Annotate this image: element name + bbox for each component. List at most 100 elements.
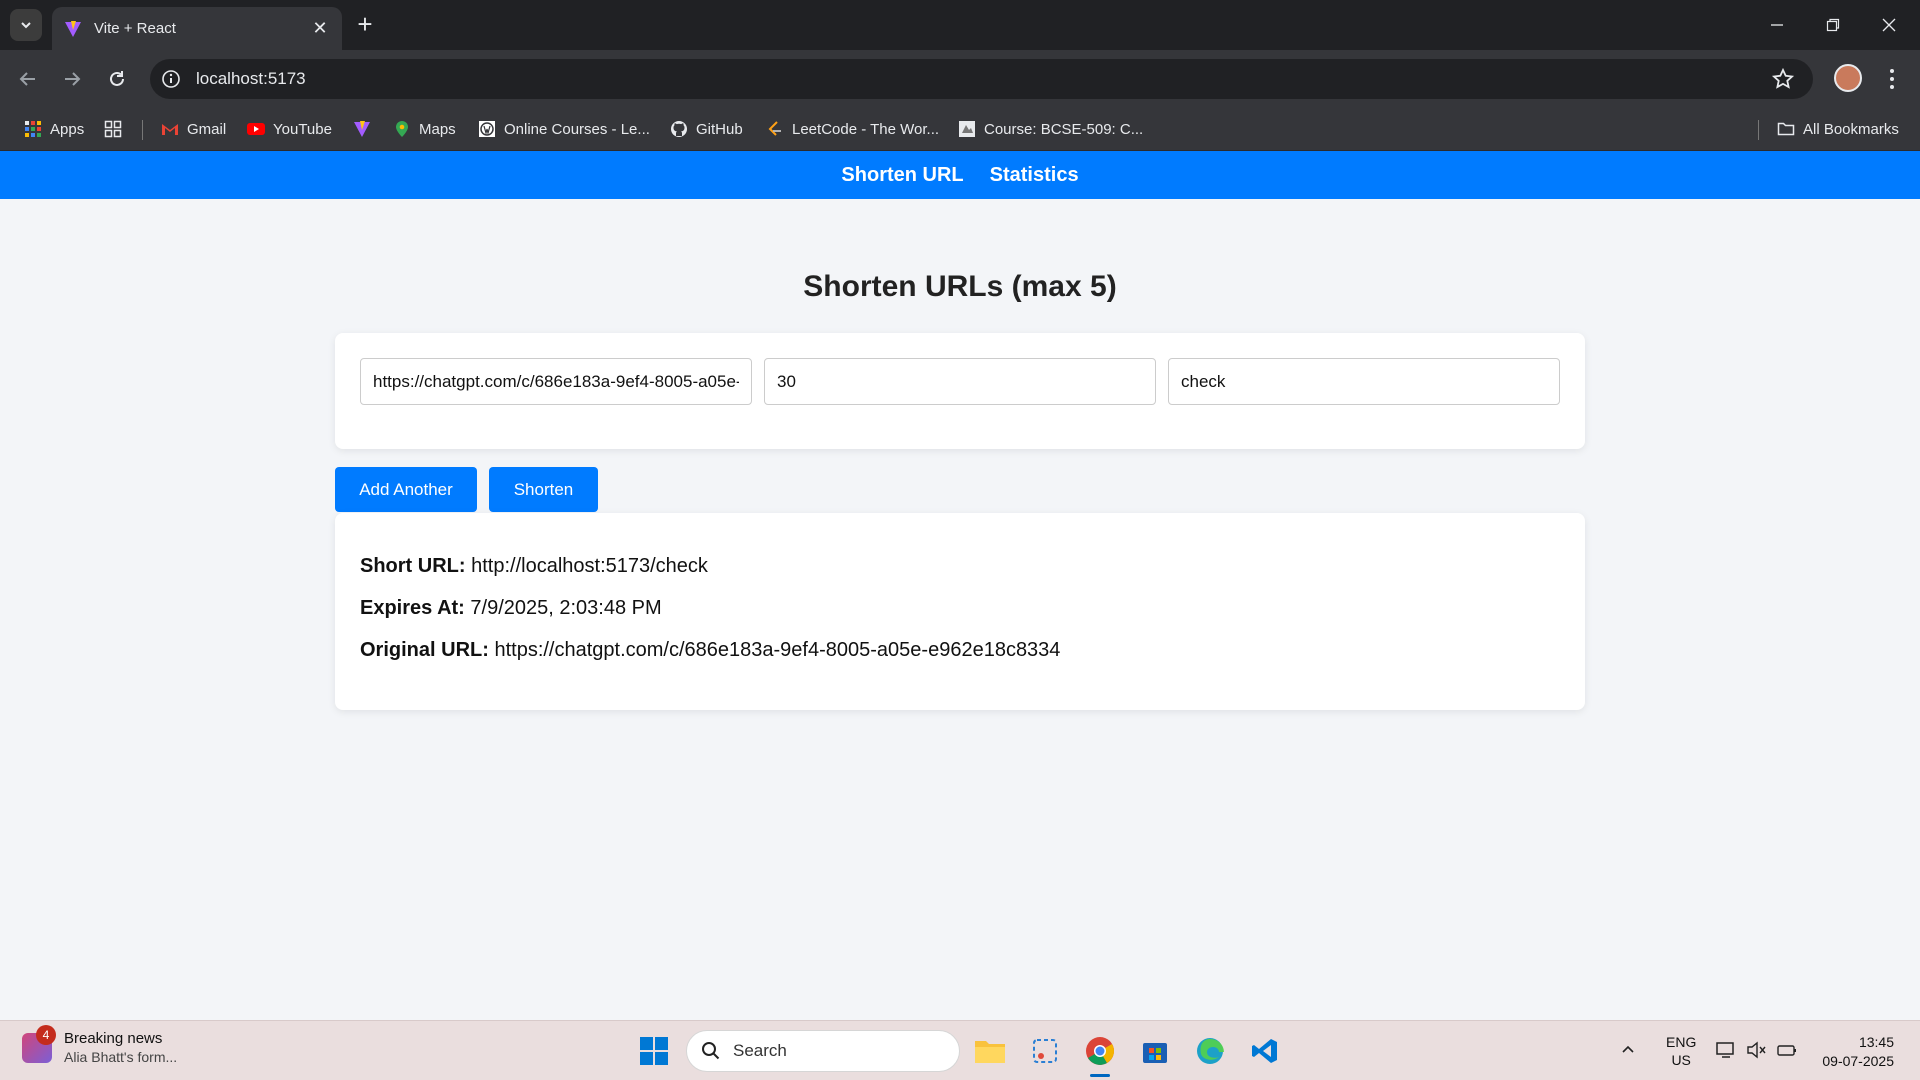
- language-indicator[interactable]: ENG US: [1666, 1033, 1696, 1069]
- shorten-button[interactable]: Shorten: [489, 467, 598, 512]
- bookmark-label: Gmail: [187, 120, 227, 138]
- folder-icon: [1777, 122, 1795, 136]
- validity-input[interactable]: [764, 358, 1156, 405]
- close-window-button[interactable]: [1862, 0, 1916, 50]
- tab-groups-icon: [104, 120, 122, 138]
- vscode-taskbar-button[interactable]: [1245, 1031, 1285, 1071]
- chevron-up-icon: [1622, 1045, 1634, 1053]
- wordpress-icon: [479, 121, 495, 137]
- taskbar-search-label: Search: [733, 1041, 787, 1060]
- vscode-icon: [1252, 1039, 1277, 1063]
- leetcode-icon: [768, 121, 781, 136]
- restore-button[interactable]: [1806, 0, 1860, 50]
- original-url-value: https://chatgpt.com/c/686e183a-9ef4-8005…: [494, 639, 1061, 661]
- news-subtitle: Alia Bhatt's form...: [64, 1049, 178, 1065]
- apps-grid-icon: [25, 121, 41, 137]
- tab-close-icon[interactable]: ✕: [310, 18, 330, 39]
- scissors-icon: [1033, 1039, 1057, 1063]
- news-icon: 4: [22, 1025, 56, 1063]
- bookmark-online-courses[interactable]: Online Courses - Le...: [478, 117, 650, 141]
- store-taskbar-button[interactable]: [1135, 1031, 1175, 1071]
- short-url-row: Short URL: http://localhost:5173/check: [360, 555, 1560, 578]
- url-form-card: [335, 333, 1585, 449]
- add-another-button[interactable]: Add Another: [335, 467, 477, 512]
- active-app-indicator: [1090, 1074, 1110, 1077]
- bookmark-star-icon[interactable]: [1771, 67, 1795, 91]
- bookmarks-separator: [142, 120, 143, 140]
- all-bookmarks-label: All Bookmarks: [1803, 120, 1899, 138]
- nav-statistics[interactable]: Statistics: [990, 164, 1079, 187]
- gmail-icon: [162, 124, 178, 135]
- all-bookmarks-button[interactable]: All Bookmarks: [1777, 117, 1899, 141]
- bookmark-github[interactable]: GitHub: [670, 117, 743, 141]
- bookmark-gmail[interactable]: Gmail: [161, 117, 226, 141]
- snipping-tool-taskbar-button[interactable]: [1025, 1031, 1065, 1071]
- expires-value: 7/9/2025, 2:03:48 PM: [470, 597, 662, 619]
- edge-taskbar-button[interactable]: [1190, 1031, 1230, 1071]
- folder-icon: [975, 1041, 1005, 1063]
- network-icon[interactable]: [1716, 1041, 1736, 1063]
- bookmarks-separator: [1758, 120, 1759, 140]
- page-title: Shorten URLs (max 5): [803, 270, 1117, 303]
- file-explorer-taskbar-button[interactable]: [970, 1031, 1010, 1071]
- close-icon: [1882, 18, 1896, 32]
- bookmark-apps[interactable]: Apps: [24, 117, 84, 141]
- nav-shorten-url[interactable]: Shorten URL: [841, 164, 963, 187]
- search-icon: [702, 1042, 720, 1060]
- original-url-label: Original URL:: [360, 639, 489, 661]
- battery-charging-icon: [1777, 1045, 1796, 1056]
- long-url-input[interactable]: [360, 358, 752, 405]
- clock-time: 13:45: [1858, 1034, 1894, 1050]
- tab-search-button[interactable]: [10, 9, 42, 41]
- bookmark-vite[interactable]: [353, 117, 379, 141]
- bookmark-label: GitHub: [696, 120, 743, 138]
- windows-taskbar: 4 Breaking news Alia Bhatt's form... Sea…: [0, 1020, 1920, 1080]
- minimize-icon: [1771, 24, 1783, 26]
- result-card: Short URL: http://localhost:5173/check E…: [335, 513, 1585, 710]
- address-bar[interactable]: localhost:5173: [150, 59, 1813, 99]
- battery-icon[interactable]: [1776, 1041, 1798, 1063]
- shortcode-input[interactable]: [1168, 358, 1560, 405]
- forward-button[interactable]: [57, 64, 87, 94]
- short-url-value: http://localhost:5173/check: [471, 555, 708, 577]
- profile-avatar[interactable]: [1834, 64, 1862, 92]
- start-button[interactable]: [634, 1031, 674, 1071]
- original-url-row: Original URL: https://chatgpt.com/c/686e…: [360, 639, 1560, 662]
- back-button[interactable]: [13, 64, 43, 94]
- site-info-icon[interactable]: [160, 68, 182, 90]
- vite-favicon-icon: [65, 20, 81, 37]
- course-icon: [959, 121, 975, 137]
- store-icon: [1143, 1043, 1167, 1063]
- maps-icon: [396, 121, 408, 137]
- chrome-icon: [1086, 1037, 1114, 1065]
- tab-title: Vite + React: [94, 20, 176, 37]
- bookmarks-bar: Apps Gmail YouTube Maps Online Courses -…: [0, 107, 1920, 151]
- new-tab-button[interactable]: +: [350, 10, 380, 40]
- bookmark-label: LeetCode - The Wor...: [792, 120, 940, 138]
- reload-button[interactable]: [102, 64, 132, 94]
- browser-toolbar: localhost:5173: [0, 50, 1920, 107]
- arrow-right-icon: [65, 72, 81, 86]
- browser-tab[interactable]: Vite + React ✕: [52, 7, 342, 50]
- language-code: ENG: [1666, 1034, 1697, 1050]
- chrome-taskbar-button[interactable]: [1080, 1031, 1120, 1071]
- news-widget[interactable]: 4 Breaking news Alia Bhatt's form...: [22, 1025, 178, 1067]
- language-region: US: [1671, 1052, 1691, 1068]
- expires-label: Expires At:: [360, 597, 465, 619]
- bookmark-course[interactable]: Course: BCSE-509: C...: [958, 117, 1143, 141]
- system-clock[interactable]: 13:45 09-07-2025: [1808, 1033, 1894, 1071]
- bookmark-leetcode[interactable]: LeetCode - The Wor...: [766, 117, 939, 141]
- bookmark-youtube[interactable]: YouTube: [247, 117, 332, 141]
- chrome-menu-icon[interactable]: [1882, 64, 1902, 94]
- show-hidden-icons-button[interactable]: [1620, 1041, 1636, 1061]
- windows-logo-icon: [640, 1037, 668, 1065]
- volume-muted-icon[interactable]: [1746, 1041, 1766, 1063]
- news-title: Breaking news: [64, 1030, 163, 1047]
- bookmark-maps[interactable]: Maps: [393, 117, 456, 141]
- bookmark-tab-groups[interactable]: [104, 117, 130, 141]
- minimize-button[interactable]: [1750, 0, 1804, 50]
- clock-date: 09-07-2025: [1822, 1053, 1894, 1069]
- youtube-icon: [247, 123, 265, 135]
- taskbar-search[interactable]: Search: [686, 1030, 960, 1072]
- bookmark-label: Course: BCSE-509: C...: [984, 120, 1144, 138]
